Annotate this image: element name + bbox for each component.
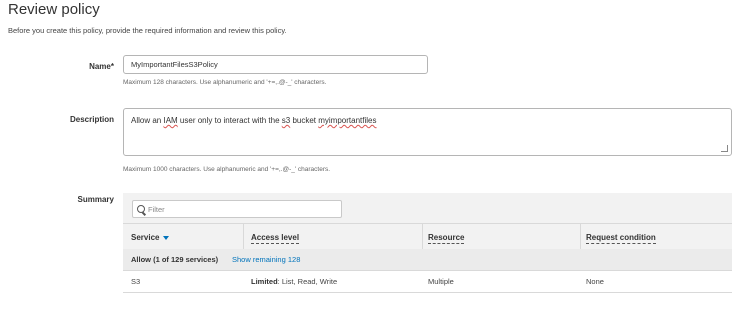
description-hint: Maximum 1000 characters. Use alphanumeri…: [123, 166, 331, 173]
summary-label: Summary: [77, 195, 114, 204]
resource-header-label: Resource: [428, 233, 465, 244]
required-mark: *: [110, 62, 114, 71]
access-level-strong: Limited: [251, 277, 278, 286]
column-divider: [243, 223, 244, 249]
search-icon: [137, 205, 145, 213]
request-condition-header-label: Request condition: [586, 233, 656, 244]
filter-placeholder: Filter: [148, 205, 165, 214]
description-label: Description: [69, 115, 114, 124]
service-header-label: Service: [131, 233, 160, 242]
table-top-border: [123, 223, 732, 224]
column-header-resource[interactable]: Resource: [428, 233, 465, 244]
table-group-row: Allow (1 of 129 services) Show remaining…: [123, 249, 732, 270]
description-text: Allow an IAM user only to interact with …: [131, 116, 377, 125]
name-label-text: Name: [89, 62, 111, 71]
policy-description-textarea[interactable]: Allow an IAM user only to interact with …: [123, 108, 732, 156]
row-divider: [123, 270, 732, 271]
page-title: Review policy: [8, 1, 100, 18]
column-header-service[interactable]: Service: [131, 233, 170, 242]
name-label: Name*: [4, 62, 114, 71]
column-divider: [580, 223, 581, 249]
column-header-request-condition[interactable]: Request condition: [586, 233, 656, 244]
sort-desc-icon: [163, 235, 170, 240]
policy-name-input[interactable]: MyImportantFilesS3Policy: [123, 55, 428, 74]
access-level-cell: Limited: List, Read, Write: [251, 277, 337, 286]
show-remaining-link[interactable]: Show remaining 128: [232, 255, 300, 264]
column-header-access-level[interactable]: Access level: [251, 233, 300, 244]
table-bottom-border: [123, 292, 732, 293]
filter-input[interactable]: Filter: [132, 200, 342, 218]
name-hint: Maximum 128 characters. Use alphanumeric…: [123, 79, 327, 86]
resource-cell: Multiple: [428, 277, 454, 286]
request-condition-cell: None: [586, 277, 604, 286]
access-level-header-label: Access level: [251, 233, 300, 244]
column-divider: [422, 223, 423, 249]
access-level-detail: : List, Read, Write: [277, 277, 338, 286]
resize-handle[interactable]: [721, 145, 728, 152]
service-link-s3[interactable]: S3: [131, 277, 140, 286]
group-row-text: Allow (1 of 129 services): [131, 255, 219, 264]
page-intro: Before you create this policy, provide t…: [8, 26, 287, 35]
